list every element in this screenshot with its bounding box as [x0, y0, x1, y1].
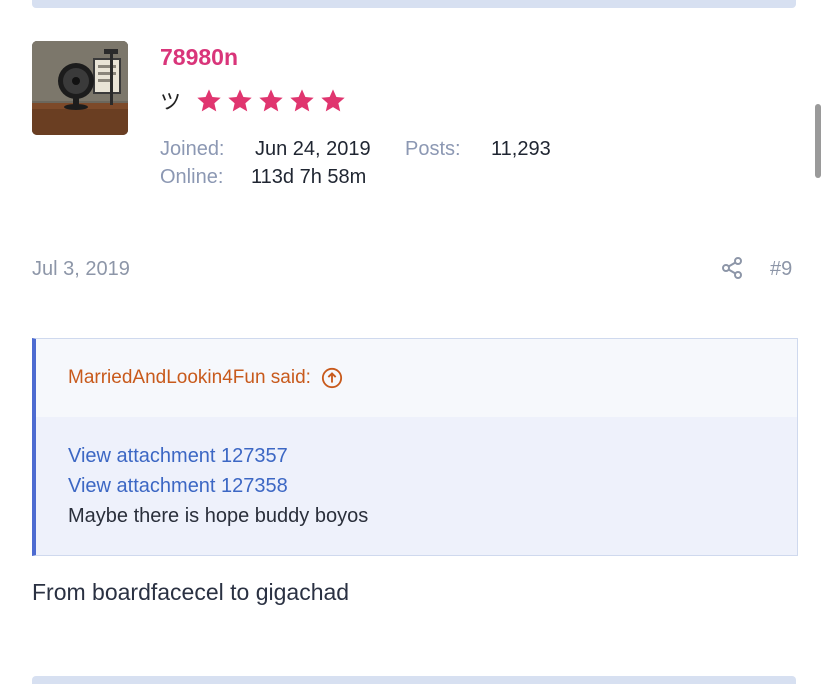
quote-block: MarriedAndLookin4Fun said: View attachme… — [32, 338, 798, 556]
posts-label: Posts: — [405, 138, 461, 160]
online-value: 113d 7h 58m — [251, 166, 367, 188]
post-body: From boardfacecel to gigachad — [32, 579, 350, 605]
quote-body: View attachment 127357 View attachment 1… — [36, 417, 797, 531]
arrow-up-circle-icon[interactable] — [321, 367, 343, 389]
rating-stars — [195, 87, 347, 115]
share-icon[interactable] — [720, 256, 744, 280]
user-stats-row-2: Online: 113d 7h 58m — [160, 166, 366, 189]
online-label: Online: — [160, 166, 224, 188]
star-icon — [259, 89, 283, 112]
star-icon — [321, 89, 345, 112]
post-number[interactable]: #9 — [770, 258, 792, 281]
user-title: ツ — [160, 91, 181, 114]
scrollbar[interactable] — [815, 104, 821, 178]
star-icon — [290, 89, 314, 112]
avatar-image — [32, 41, 128, 135]
quote-header: MarriedAndLookin4Fun said: — [36, 339, 797, 417]
avatar[interactable] — [32, 41, 128, 135]
joined-label: Joined: — [160, 138, 225, 160]
joined-value: Jun 24, 2019 — [255, 138, 371, 160]
attachment-link[interactable]: View attachment 127357 — [68, 441, 797, 471]
attachment-link[interactable]: View attachment 127358 — [68, 471, 797, 501]
quote-text: Maybe there is hope buddy boyos — [68, 505, 369, 527]
post-divider-bottom — [32, 676, 796, 684]
posts-value: 11,293 — [491, 138, 551, 160]
star-icon — [228, 89, 252, 112]
user-title-row: ツ — [160, 86, 347, 116]
username[interactable]: 78980n — [160, 44, 238, 71]
post-divider-top — [32, 0, 796, 8]
user-stats-row-1: Joined: Jun 24, 2019 Posts: 11,293 — [160, 138, 551, 161]
post-date[interactable]: Jul 3, 2019 — [32, 258, 130, 281]
quote-author[interactable]: MarriedAndLookin4Fun said: — [68, 367, 311, 389]
star-icon — [197, 89, 221, 112]
